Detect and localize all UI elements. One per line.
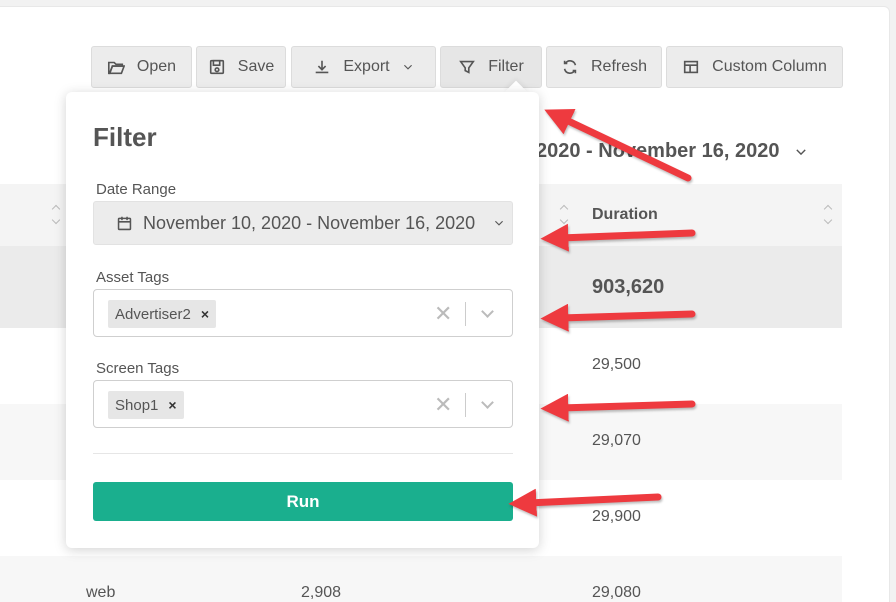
chevron-down-icon: [795, 148, 806, 155]
refresh-label: Refresh: [590, 58, 648, 75]
funnel-icon: [459, 60, 476, 74]
refresh-button[interactable]: Refresh: [546, 46, 662, 88]
report-date-range-text: 2020 - November 16, 2020: [536, 140, 780, 162]
export-label: Export: [343, 58, 390, 75]
select-separator: [465, 393, 466, 417]
asset-tags-select[interactable]: Advertiser2 × ✕: [93, 289, 513, 337]
chevron-down-icon[interactable]: [481, 305, 494, 318]
chevron-down-icon: [495, 220, 504, 226]
open-button[interactable]: Open: [91, 46, 192, 88]
clear-icon[interactable]: ✕: [434, 392, 452, 418]
table-row: [0, 556, 842, 602]
screen-tag-chip: Shop1 ×: [108, 391, 184, 419]
platform-cell: web: [86, 584, 116, 601]
report-date-range-selector[interactable]: 2020 - November 16, 2020: [536, 140, 808, 163]
run-button[interactable]: Run: [93, 482, 513, 521]
duration-cell: 29,080: [592, 584, 641, 601]
custom-column-button[interactable]: Custom Column: [666, 46, 843, 88]
select-separator: [465, 302, 466, 326]
filter-title: Filter: [93, 122, 157, 152]
screen-tags-select[interactable]: Shop1 × ✕: [93, 380, 513, 428]
date-range-value: November 10, 2020 - November 16, 2020: [143, 212, 476, 233]
export-button[interactable]: Export: [291, 46, 436, 88]
open-label: Open: [136, 58, 177, 75]
sort-icon[interactable]: [52, 203, 62, 229]
date-range-picker[interactable]: November 10, 2020 - November 16, 2020: [93, 201, 513, 245]
sort-icon[interactable]: [824, 203, 834, 229]
download-icon: [316, 60, 329, 74]
save-button[interactable]: Save: [196, 46, 286, 88]
screen-tags-label: Screen Tags: [96, 360, 180, 377]
calendar-icon: [117, 216, 132, 230]
duration-cell: 29,900: [592, 508, 641, 525]
duration-cell: 29,500: [592, 356, 641, 373]
date-range-label: Date Range: [96, 181, 177, 198]
custom-column-label: Custom Column: [712, 58, 827, 75]
save-label: Save: [237, 58, 275, 75]
chevron-down-icon[interactable]: [481, 396, 494, 409]
popover-divider: [93, 453, 513, 454]
screen-tag-label: Shop1: [115, 396, 159, 414]
folder-open-icon: [107, 61, 125, 75]
column-header-duration[interactable]: Duration: [592, 206, 658, 224]
duration-cell: 29,070: [592, 432, 641, 449]
columns-icon: [684, 60, 699, 74]
filter-button[interactable]: Filter: [440, 46, 542, 88]
floppy-disk-icon: [209, 59, 224, 75]
asset-tag-label: Advertiser2: [115, 305, 191, 323]
clear-icon[interactable]: ✕: [434, 301, 452, 327]
refresh-icon: [563, 60, 577, 74]
total-duration-cell: 903,620: [592, 276, 665, 298]
sort-icon[interactable]: [560, 203, 570, 229]
asset-tags-label: Asset Tags: [96, 269, 170, 286]
remove-tag-icon[interactable]: ×: [168, 397, 176, 413]
asset-tag-chip: Advertiser2 ×: [108, 300, 217, 328]
count-cell: 2,908: [301, 584, 342, 601]
chevron-down-icon: [403, 64, 412, 70]
remove-tag-icon[interactable]: ×: [201, 306, 209, 322]
filter-label: Filter: [488, 58, 524, 75]
